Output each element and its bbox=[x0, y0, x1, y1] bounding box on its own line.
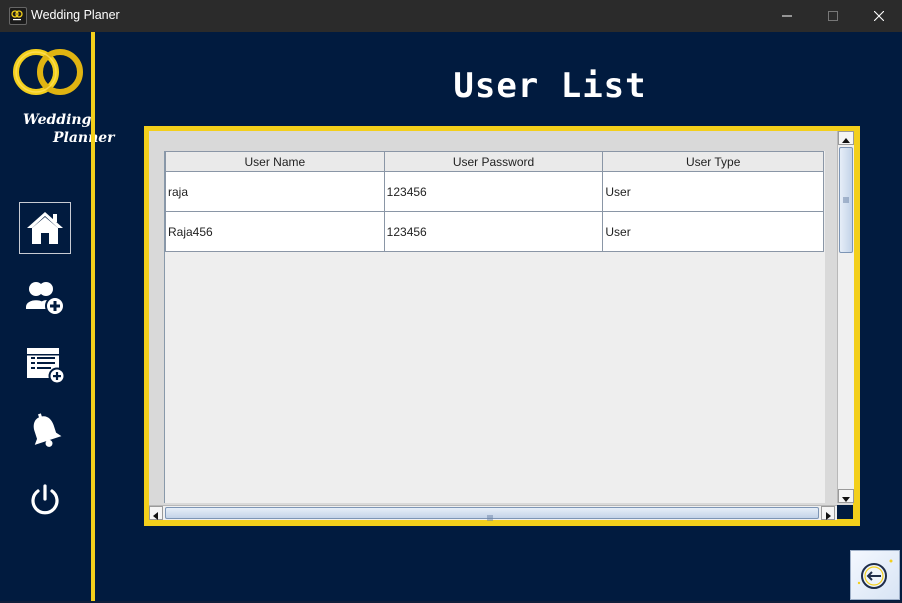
minimize-button[interactable] bbox=[764, 0, 810, 32]
cell-user-type[interactable]: User bbox=[602, 211, 824, 252]
back-arrow-icon bbox=[857, 559, 893, 589]
minimize-icon bbox=[782, 15, 792, 17]
home-icon bbox=[27, 212, 63, 244]
cell-user-type[interactable]: User bbox=[602, 171, 824, 212]
sidebar-item-add-list[interactable] bbox=[19, 338, 71, 390]
scroll-right-button[interactable] bbox=[821, 506, 835, 520]
cell-user-password[interactable]: 123456 bbox=[383, 211, 604, 252]
user-table-panel: User Name User Password User Type raja 1… bbox=[144, 126, 860, 526]
user-table: User Name User Password User Type raja 1… bbox=[165, 151, 824, 252]
maximize-icon bbox=[828, 11, 838, 21]
table-row[interactable]: Raja456 123456 User bbox=[165, 211, 824, 252]
scroll-left-button[interactable] bbox=[149, 506, 163, 520]
logo-text-planner: Planner bbox=[53, 130, 115, 146]
horizontal-scrollbar[interactable] bbox=[149, 505, 837, 521]
column-header-user-type[interactable]: User Type bbox=[602, 151, 824, 172]
scroll-up-button[interactable] bbox=[838, 131, 854, 145]
logo: Wedding Planner bbox=[10, 46, 115, 146]
logo-text-wedding: Wedding bbox=[23, 112, 92, 128]
sidebar-item-logout[interactable] bbox=[19, 474, 71, 526]
arrow-up-icon bbox=[842, 138, 850, 143]
add-user-icon bbox=[26, 282, 65, 316]
horizontal-scroll-thumb[interactable] bbox=[165, 507, 819, 521]
window-title: Wedding Planer bbox=[31, 8, 120, 22]
vertical-scroll-thumb[interactable] bbox=[839, 147, 853, 253]
cell-user-password[interactable]: 123456 bbox=[383, 171, 604, 212]
page-title: User List bbox=[453, 66, 647, 106]
sidebar-divider bbox=[91, 32, 95, 601]
scroll-pane: User Name User Password User Type raja 1… bbox=[149, 131, 854, 521]
cell-user-name[interactable]: raja bbox=[165, 171, 385, 212]
close-button[interactable] bbox=[856, 0, 902, 32]
sidebar-item-add-user[interactable] bbox=[19, 272, 71, 324]
rings-icon bbox=[13, 49, 83, 95]
column-header-user-name[interactable]: User Name bbox=[165, 151, 385, 172]
arrow-down-icon bbox=[842, 497, 850, 502]
title-bar: Wedding Planer bbox=[0, 0, 902, 32]
column-header-user-password[interactable]: User Password bbox=[383, 151, 604, 172]
table-viewport: User Name User Password User Type raja 1… bbox=[164, 151, 825, 503]
back-button[interactable] bbox=[850, 550, 900, 600]
app-icon bbox=[9, 7, 27, 25]
grip-icon bbox=[843, 197, 849, 203]
arrow-left-icon bbox=[153, 512, 158, 520]
sidebar-item-notifications[interactable] bbox=[19, 405, 71, 457]
grip-icon bbox=[487, 515, 493, 521]
maximize-button[interactable] bbox=[810, 0, 856, 32]
sidebar-item-home[interactable] bbox=[19, 202, 71, 254]
add-list-icon bbox=[27, 348, 66, 384]
scroll-down-button[interactable] bbox=[838, 489, 854, 503]
arrow-right-icon bbox=[826, 512, 831, 520]
cell-user-name[interactable]: Raja456 bbox=[165, 211, 385, 252]
close-icon bbox=[874, 11, 884, 21]
table-header-row: User Name User Password User Type bbox=[165, 151, 824, 172]
scroll-corner bbox=[837, 505, 853, 519]
main-area: Wedding Planner User List User Name User… bbox=[0, 32, 902, 601]
power-icon bbox=[31, 484, 59, 515]
vertical-scrollbar[interactable] bbox=[837, 131, 854, 503]
bell-icon bbox=[33, 413, 62, 447]
sidebar: Wedding Planner bbox=[0, 32, 115, 601]
table-row[interactable]: raja 123456 User bbox=[165, 171, 824, 212]
